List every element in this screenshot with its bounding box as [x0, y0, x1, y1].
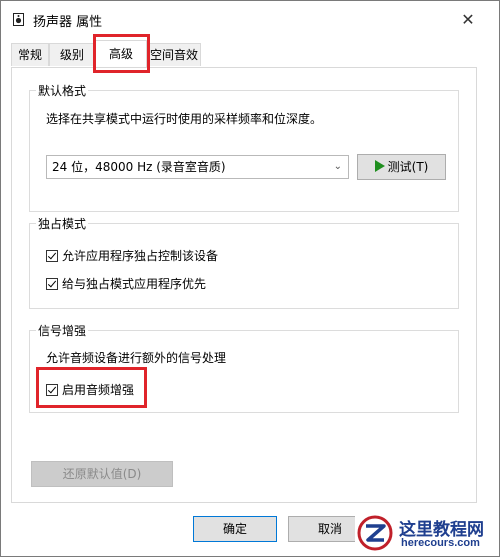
checkmark-icon: [47, 278, 57, 288]
enable-audio-enhancement-checkbox[interactable]: [46, 384, 58, 396]
tab-levels[interactable]: 级别: [49, 43, 95, 66]
signal-enhancement-group: 信号增强 允许音频设备进行额外的信号处理 启用音频增强: [29, 322, 459, 413]
default-format-description: 选择在共享模式中运行时使用的采样频率和位深度。: [46, 112, 323, 126]
format-select-value: 24 位，48000 Hz (录音室音质): [52, 160, 226, 174]
watermark-url: herecours.com: [401, 537, 480, 549]
tab-general[interactable]: 常规: [11, 43, 49, 66]
enable-audio-enhancement-label: 启用音频增强: [62, 383, 135, 397]
window-title: 扬声器 属性: [33, 15, 103, 30]
title-bar: 扬声器 属性 ✕: [1, 1, 499, 37]
restore-defaults-button[interactable]: 还原默认值(D): [31, 461, 173, 487]
checkmark-icon: [47, 250, 57, 260]
checkmark-icon: [47, 384, 57, 394]
enable-audio-enhancement-option[interactable]: 启用音频增强: [46, 382, 134, 398]
watermark-logo-icon: [357, 515, 393, 551]
play-icon: [374, 160, 385, 172]
signal-enhancement-description: 允许音频设备进行额外的信号处理: [46, 351, 227, 365]
exclusive-priority-option[interactable]: 给与独占模式应用程序优先: [46, 276, 206, 292]
default-format-title: 默认格式: [36, 82, 89, 99]
allow-exclusive-label: 允许应用程序独占控制该设备: [62, 249, 219, 263]
exclusive-mode-title: 独占模式: [36, 215, 89, 232]
chevron-down-icon: ⌄: [333, 161, 342, 172]
test-button-label: 测试(T): [387, 160, 429, 174]
format-select[interactable]: 24 位，48000 Hz (录音室音质) ⌄: [46, 155, 349, 179]
properties-dialog: 扬声器 属性 ✕ 常规 级别 高级 空间音效 默认格式 选择在共享模式中运行时使…: [0, 0, 500, 557]
advanced-tab-panel: 默认格式 选择在共享模式中运行时使用的采样频率和位深度。 24 位，48000 …: [11, 67, 477, 503]
tab-spatial-sound[interactable]: 空间音效: [147, 43, 201, 66]
watermark: 这里教程网 herecours.com: [355, 513, 495, 553]
ok-button[interactable]: 确定: [193, 516, 277, 542]
speaker-icon: [13, 13, 24, 26]
exclusive-priority-checkbox[interactable]: [46, 278, 58, 290]
default-format-group: 默认格式 选择在共享模式中运行时使用的采样频率和位深度。 24 位，48000 …: [29, 82, 459, 212]
allow-exclusive-checkbox[interactable]: [46, 250, 58, 262]
close-icon: ✕: [461, 10, 475, 29]
exclusive-priority-label: 给与独占模式应用程序优先: [62, 277, 207, 291]
exclusive-mode-group: 独占模式 允许应用程序独占控制该设备 给与独占模式应用程序优先: [29, 215, 459, 309]
allow-exclusive-control-option[interactable]: 允许应用程序独占控制该设备: [46, 248, 218, 264]
signal-enhancement-title: 信号增强: [36, 322, 89, 339]
test-button[interactable]: 测试(T): [357, 154, 446, 180]
tab-advanced[interactable]: 高级: [95, 40, 147, 67]
close-button[interactable]: ✕: [457, 9, 479, 31]
